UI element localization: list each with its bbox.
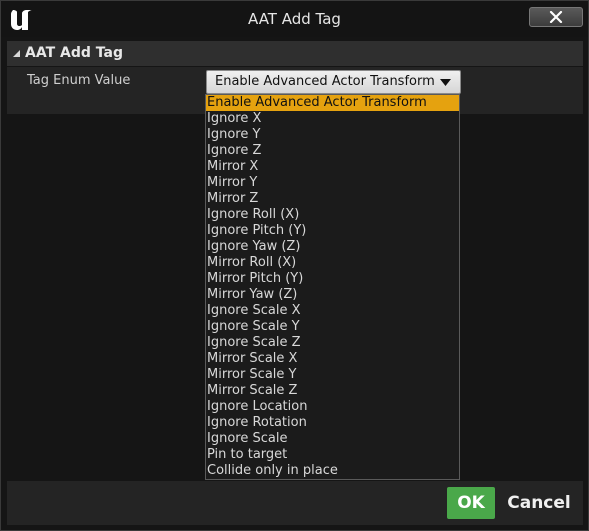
dropdown-option[interactable]: Ignore Location — [206, 399, 459, 415]
dropdown-option[interactable]: Ignore Y — [206, 127, 459, 143]
dropdown-option[interactable]: Mirror Scale X — [206, 351, 459, 367]
dropdown-option[interactable]: Pin to target — [206, 447, 459, 463]
tag-enum-combobox[interactable]: Enable Advanced Actor Transform — [206, 70, 461, 94]
dialog-footer: OK Cancel — [7, 481, 583, 525]
enum-dropdown-list[interactable]: Enable Advanced Actor Transform Ignore XI… — [205, 94, 460, 480]
dropdown-option[interactable]: Ignore Pitch (Y) — [206, 223, 459, 239]
dropdown-option[interactable]: Ignore Scale Z — [206, 335, 459, 351]
chevron-down-icon — [440, 79, 451, 86]
dropdown-option[interactable]: Ignore Scale Y — [206, 319, 459, 335]
dropdown-option[interactable]: Mirror Yaw (Z) — [206, 287, 459, 303]
dropdown-option[interactable]: Mirror Z — [206, 191, 459, 207]
dropdown-option[interactable]: Mirror Y — [206, 175, 459, 191]
section-title: AAT Add Tag — [25, 45, 123, 61]
collapse-triangle-icon[interactable] — [12, 49, 21, 58]
dropdown-option[interactable]: Ignore Yaw (Z) — [206, 239, 459, 255]
combobox-value: Enable Advanced Actor Transform — [215, 74, 435, 89]
close-icon — [549, 11, 563, 23]
dropdown-option[interactable]: Mirror X — [206, 159, 459, 175]
close-button[interactable] — [529, 7, 583, 27]
dropdown-option[interactable]: Ignore Scale — [206, 431, 459, 447]
cancel-button[interactable]: Cancel — [502, 487, 576, 519]
dropdown-option[interactable]: Ignore Rotation — [206, 415, 459, 431]
dropdown-option[interactable]: Enable Advanced Actor Transform — [206, 95, 459, 111]
dropdown-option[interactable]: Mirror Scale Y — [206, 367, 459, 383]
dropdown-option[interactable]: Ignore X — [206, 111, 459, 127]
section-header[interactable]: AAT Add Tag — [7, 41, 583, 66]
dropdown-option[interactable]: Ignore Z — [206, 143, 459, 159]
window-title: AAT Add Tag — [248, 10, 341, 28]
ok-button[interactable]: OK — [447, 487, 495, 519]
dropdown-option[interactable]: Mirror Scale Z — [206, 383, 459, 399]
dropdown-option[interactable]: Ignore Roll (X) — [206, 207, 459, 223]
dropdown-option[interactable]: Ignore Scale X — [206, 303, 459, 319]
dropdown-option[interactable]: Collide only in place — [206, 463, 459, 479]
dropdown-option[interactable]: Mirror Roll (X) — [206, 255, 459, 271]
property-label: Tag Enum Value — [27, 73, 131, 88]
dropdown-option[interactable]: Mirror Pitch (Y) — [206, 271, 459, 287]
title-bar[interactable]: AAT Add Tag — [1, 1, 588, 37]
